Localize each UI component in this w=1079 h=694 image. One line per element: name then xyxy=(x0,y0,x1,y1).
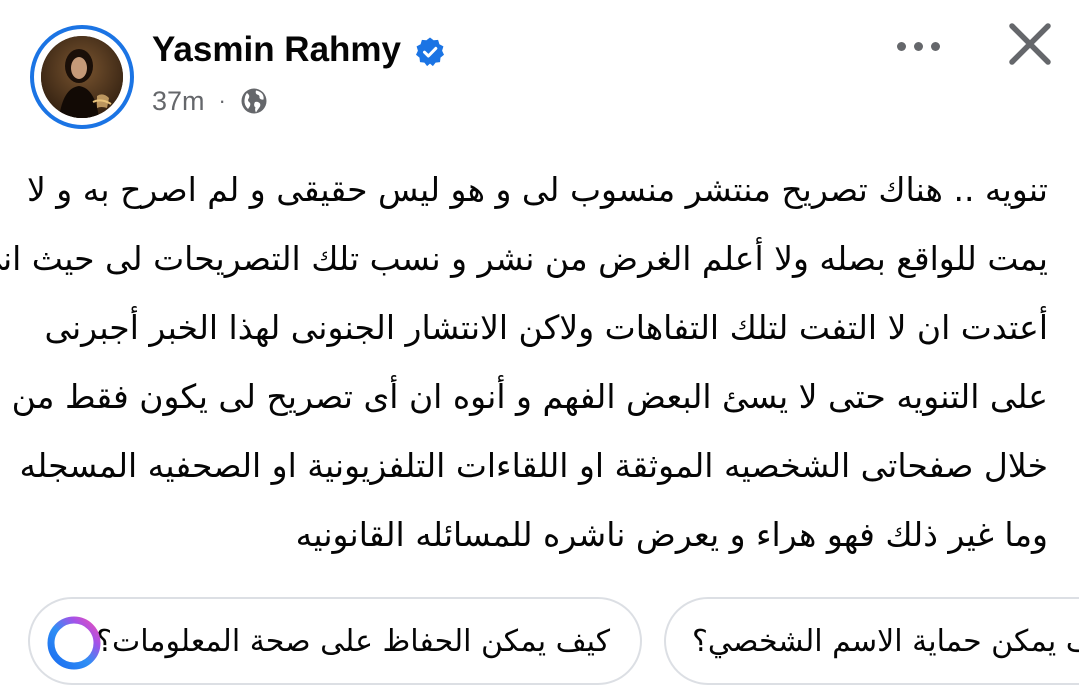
post-text-line: تنويه .. هناك تصريح منتشر منسوب لى و هو … xyxy=(27,170,1048,209)
post-meta: 37m · xyxy=(152,84,268,118)
globe-icon xyxy=(241,88,267,114)
post-text-line: خلال صفحاتى الشخصيه الموثقة او اللقاءات … xyxy=(19,446,1048,485)
suggestion-label: كيف يمكن الحفاظ على صحة المعلومات؟ xyxy=(96,623,610,659)
post-text-line: وما غير ذلك فهو هراء و يعرض ناشره للمسائ… xyxy=(295,515,1048,554)
post-text-line: أعتدت ان لا التفت لتلك التفاهات ولاكن ال… xyxy=(44,308,1048,347)
more-dot xyxy=(896,41,906,51)
author-name[interactable]: Yasmin Rahmy xyxy=(152,28,401,72)
suggestion-chip[interactable]: كيف يمكن حماية الاسم الشخصي؟ xyxy=(664,597,1079,685)
post-body: تنويه .. هناك تصريح منتشر منسوب لى و هو … xyxy=(0,155,1048,569)
post-text-line: على التنويه حتى لا يسئ البعض الفهم و أنو… xyxy=(11,377,1048,416)
more-dot xyxy=(930,41,940,51)
profile-photo xyxy=(41,36,123,118)
verified-badge-icon xyxy=(416,37,444,67)
meta-separator: · xyxy=(218,88,226,113)
avatar[interactable] xyxy=(30,25,134,129)
close-icon[interactable] xyxy=(1000,20,1060,74)
more-dot xyxy=(913,41,923,51)
suggested-questions: كيف يمكن الحفاظ على صحة المعلومات؟ كيف ي… xyxy=(0,597,1079,687)
suggestion-label: كيف يمكن حماية الاسم الشخصي؟ xyxy=(692,623,1079,659)
more-options-icon[interactable] xyxy=(888,26,948,66)
suggestion-chip[interactable]: كيف يمكن الحفاظ على صحة المعلومات؟ xyxy=(28,597,642,685)
meta-ai-icon xyxy=(47,616,101,670)
post-timestamp[interactable]: 37m xyxy=(152,86,205,117)
post-header: Yasmin Rahmy 37m · xyxy=(0,0,1079,140)
post-text-line: يمت للواقع بصله ولا أعلم الغرض من نشر و … xyxy=(0,239,1048,278)
